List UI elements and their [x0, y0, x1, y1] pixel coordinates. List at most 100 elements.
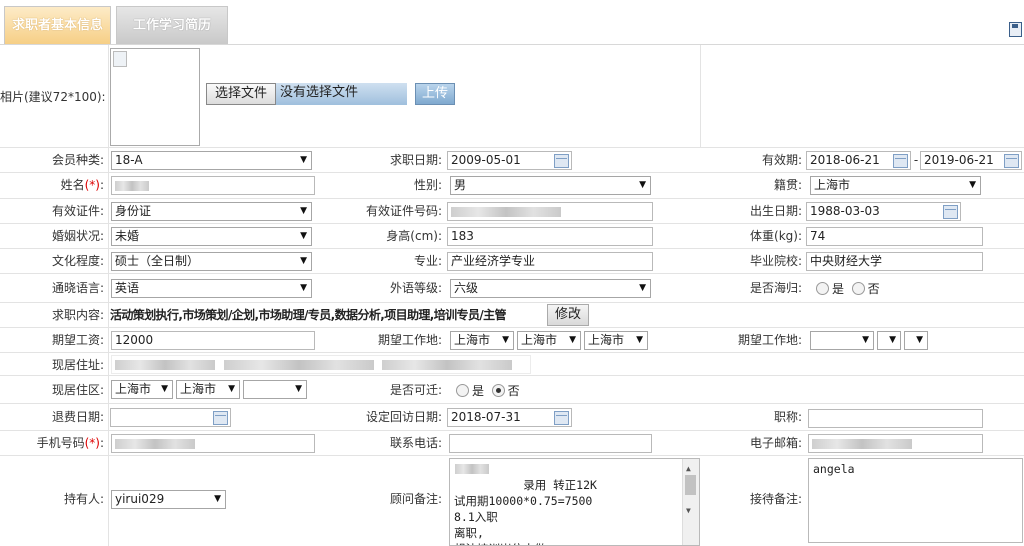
form-row: 现居住址:: [0, 353, 1024, 376]
valid-period-label: 有效期:: [761, 153, 802, 167]
form-row: 文化程度: 硕士（全日制） ▼ 专业: 产业经济学专业 毕业院校: 中央财经大学: [0, 249, 1024, 274]
apply-date-input[interactable]: 2009-05-01: [447, 151, 572, 170]
relocate-no-radio[interactable]: [491, 384, 505, 397]
mobile-label: 手机号码(*):: [36, 436, 104, 450]
calendar-icon[interactable]: [213, 411, 228, 425]
birth-date-input[interactable]: 1988-03-03: [806, 202, 961, 221]
tab-work-history[interactable]: 工作学习简历: [116, 6, 228, 44]
major-input[interactable]: 产业经济学专业: [447, 252, 653, 271]
marital-select[interactable]: 未婚 ▼: [111, 227, 312, 246]
school-input[interactable]: 中央财经大学: [806, 252, 983, 271]
edit-job-content-button[interactable]: 修改: [547, 304, 589, 326]
job-content-label: 求职内容:: [51, 308, 104, 322]
salary-label: 期望工资:: [51, 333, 104, 347]
weight-input[interactable]: 74: [806, 227, 983, 246]
district-select-1[interactable]: 上海市 ▼: [111, 380, 173, 399]
email-label: 电子邮箱:: [749, 436, 802, 450]
reception-note-label: 接待备注:: [749, 492, 802, 506]
district-select-3[interactable]: ▼: [243, 380, 307, 399]
returnee-no-radio[interactable]: [851, 282, 865, 295]
valid-to-input[interactable]: 2019-06-21: [920, 151, 1022, 170]
valid-from-input[interactable]: 2018-06-21: [806, 151, 911, 170]
relocate-yes-label: 是: [472, 384, 485, 398]
scroll-thumb[interactable]: [685, 475, 696, 495]
mobile-input[interactable]: [111, 434, 315, 453]
scrollbar[interactable]: ▲ ▼: [682, 459, 699, 545]
language-select[interactable]: 英语 ▼: [111, 279, 312, 298]
work-place-2-select-3[interactable]: ▼: [904, 331, 928, 350]
advisor-note-label: 顾问备注:: [389, 492, 442, 506]
form-row: 手机号码(*): 联系电话: 电子邮箱:: [0, 431, 1024, 456]
height-input[interactable]: 183: [447, 227, 653, 246]
returnee-yes-radio[interactable]: [816, 282, 829, 295]
id-type-select[interactable]: 身份证 ▼: [111, 202, 312, 221]
form-row: 现居住区: 上海市 ▼ 上海市 ▼ ▼ 是否可迁: 是 否: [0, 376, 1024, 404]
returnee-yes-label: 是: [832, 282, 845, 296]
photo-label: 相片(建议72*100):: [0, 90, 106, 104]
date-separator: -: [913, 153, 919, 167]
district-select-2[interactable]: 上海市 ▼: [176, 380, 240, 399]
form-row: 有效证件: 身份证 ▼ 有效证件号码: 出生日期: 1988-03-03: [0, 199, 1024, 224]
relocate-label: 是否可迁:: [389, 383, 442, 397]
form-row: 姓名(*): 性别: 男 ▼ 籍贯: 上海市 ▼: [0, 173, 1024, 199]
name-label: 姓名(*):: [60, 178, 104, 192]
relocate-radio-group[interactable]: 是 否: [456, 383, 520, 399]
education-label: 文化程度:: [51, 254, 104, 268]
gender-label: 性别:: [413, 178, 442, 192]
returnee-label: 是否海归:: [749, 281, 802, 295]
address-label: 现居住址:: [51, 358, 104, 372]
save-icon[interactable]: [1009, 22, 1022, 37]
callback-date-input[interactable]: 2018-07-31: [447, 408, 572, 427]
refund-date-input[interactable]: [110, 408, 231, 427]
education-select[interactable]: 硕士（全日制） ▼: [111, 252, 312, 271]
salary-input[interactable]: 12000: [111, 331, 315, 350]
relocate-yes-radio[interactable]: [456, 384, 469, 397]
work-place-2-select-1[interactable]: ▼: [810, 331, 874, 350]
apply-date-label: 求职日期:: [389, 153, 442, 167]
work-place-2-select-2[interactable]: ▼: [877, 331, 901, 350]
refund-date-label: 退费日期:: [51, 410, 104, 424]
gender-select[interactable]: 男 ▼: [450, 176, 651, 195]
work-place-select-1[interactable]: 上海市 ▼: [450, 331, 514, 350]
broken-image-icon: [113, 51, 127, 67]
calendar-icon[interactable]: [554, 411, 569, 425]
language-label: 通晓语言:: [51, 281, 104, 295]
weight-label: 体重(kg):: [750, 229, 802, 243]
work-place-select-3[interactable]: 上海市 ▼: [584, 331, 648, 350]
holder-label: 持有人:: [63, 492, 104, 506]
id-number-input[interactable]: [447, 202, 653, 221]
upload-button[interactable]: 上传: [415, 83, 455, 105]
relocate-no-label: 否: [507, 384, 520, 398]
returnee-radio-group[interactable]: 是 否: [816, 281, 880, 297]
calendar-icon[interactable]: [943, 205, 958, 219]
title-input[interactable]: [808, 409, 983, 428]
id-number-label: 有效证件号码:: [365, 204, 442, 218]
phone-input[interactable]: [449, 434, 652, 453]
choose-file-button[interactable]: 选择文件: [206, 83, 276, 105]
file-name-display: 没有选择文件: [276, 83, 407, 105]
name-input[interactable]: [111, 176, 315, 195]
foreign-level-select[interactable]: 六级 ▼: [450, 279, 651, 298]
advisor-note-textarea[interactable]: 录用 转正12K 试用期10000*0.75=7500 8.1入职 离职, 想法…: [449, 458, 700, 546]
tab-basic-info[interactable]: 求职者基本信息: [4, 6, 111, 44]
returnee-no-label: 否: [867, 282, 880, 296]
title-label: 职称:: [773, 410, 802, 424]
calendar-icon[interactable]: [554, 154, 569, 168]
form-row: 婚姻状况: 未婚 ▼ 身高(cm): 183 体重(kg): 74: [0, 224, 1024, 249]
reception-note-textarea[interactable]: angela: [808, 458, 1023, 543]
member-type-select[interactable]: 18-A ▼: [111, 151, 312, 170]
email-input[interactable]: [808, 434, 983, 453]
form-row: 会员种类: 18-A ▼ 求职日期: 2009-05-01 有效期: 2018-0…: [0, 148, 1024, 173]
phone-label: 联系电话:: [389, 436, 442, 450]
calendar-icon[interactable]: [1004, 154, 1019, 168]
hometown-select[interactable]: 上海市 ▼: [810, 176, 981, 195]
scroll-down-icon[interactable]: ▼: [686, 503, 691, 519]
address-input[interactable]: [111, 355, 531, 374]
work-place-2-label: 期望工作地:: [737, 333, 802, 347]
district-label: 现居住区:: [51, 383, 104, 397]
calendar-icon[interactable]: [893, 154, 908, 168]
holder-select[interactable]: yirui029 ▼: [111, 490, 226, 509]
work-place-select-2[interactable]: 上海市 ▼: [517, 331, 581, 350]
member-type-label: 会员种类:: [51, 153, 104, 167]
form-row: 持有人: yirui029 ▼ 顾问备注: 录用 转正12K 试用期10000*0…: [0, 456, 1024, 546]
